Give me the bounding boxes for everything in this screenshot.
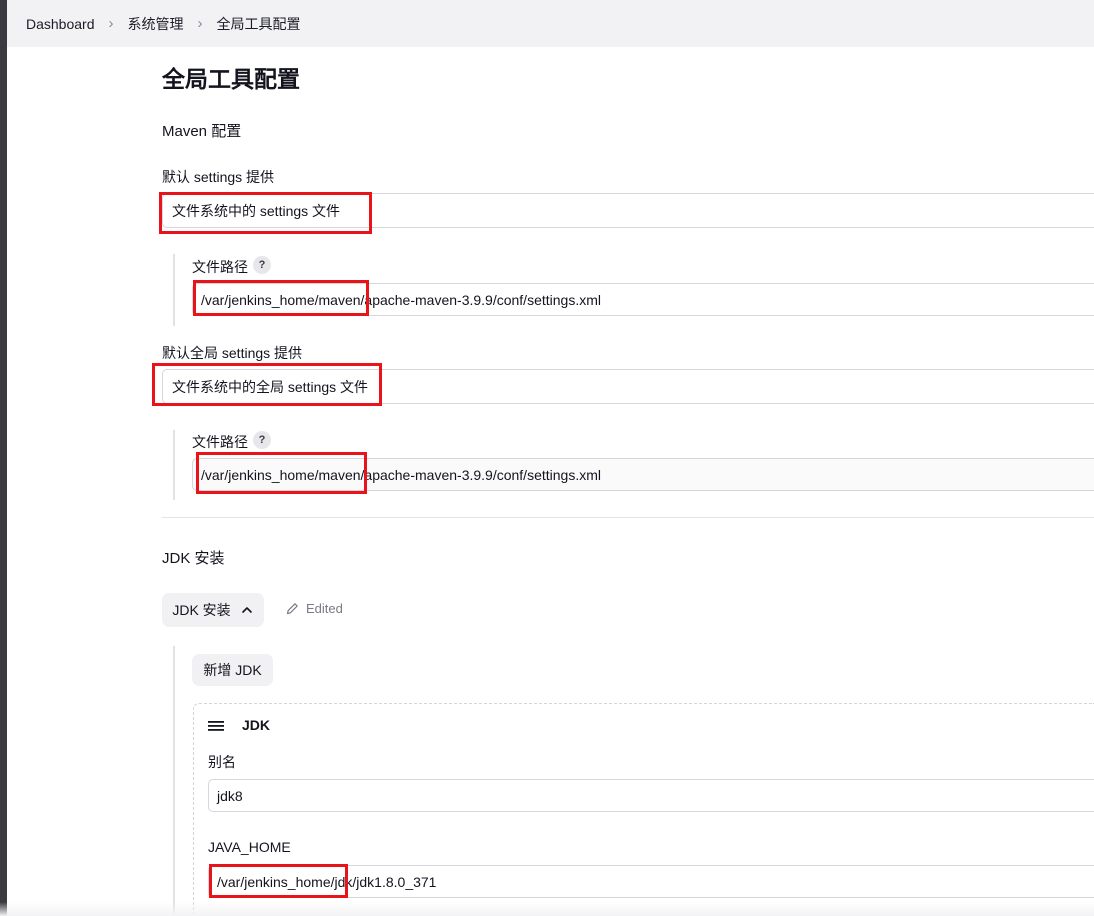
default-settings-value: 文件系统中的 settings 文件	[172, 202, 341, 219]
add-jdk-button[interactable]: 新增 JDK	[192, 654, 273, 686]
jdk-install-toggle-label: JDK 安装	[172, 602, 231, 618]
default-settings-label: 默认 settings 提供	[162, 169, 275, 185]
jdk-install-toggle[interactable]: JDK 安装	[162, 593, 264, 627]
global-settings-value: 文件系统中的全局 settings 文件	[172, 378, 369, 395]
default-settings-select[interactable]: 文件系统中的 settings 文件	[162, 193, 1094, 228]
breadcrumb-dashboard[interactable]: Dashboard	[26, 16, 95, 32]
global-settings-label: 默认全局 settings 提供	[162, 345, 303, 361]
window-edge	[0, 0, 7, 916]
jdk-alias-label: 别名	[208, 754, 236, 770]
bottom-edge	[0, 902, 1094, 916]
jdk-alias-value: jdk8	[217, 787, 243, 804]
edited-indicator: Edited	[285, 601, 343, 616]
breadcrumb-global-tool-config[interactable]: 全局工具配置	[217, 14, 301, 34]
jdk-alias-input[interactable]: jdk8	[208, 779, 1094, 812]
chevron-right-icon: ›	[108, 15, 114, 32]
chevron-right-icon: ›	[197, 15, 203, 32]
breadcrumb: Dashboard › 系统管理 › 全局工具配置	[7, 0, 1094, 47]
indent-bar	[173, 646, 175, 916]
jdk-card-title: JDK	[242, 717, 271, 733]
global-settings-select[interactable]: 文件系统中的全局 settings 文件	[162, 369, 1094, 404]
maven-section-title: Maven 配置	[162, 123, 242, 140]
add-jdk-button-label: 新增 JDK	[203, 662, 262, 678]
settings-path-input[interactable]: /var/jenkins_home/maven/apache-maven-3.9…	[192, 283, 1094, 316]
global-settings-path-value: /var/jenkins_home/maven/apache-maven-3.9…	[201, 466, 601, 483]
indent-bar	[173, 254, 175, 326]
chevron-up-icon	[241, 607, 252, 613]
page-title: 全局工具配置	[162, 66, 300, 92]
global-settings-path-input[interactable]: /var/jenkins_home/maven/apache-maven-3.9…	[192, 458, 1094, 491]
help-icon[interactable]: ?	[253, 256, 271, 274]
settings-path-label: 文件路径	[192, 259, 248, 275]
edited-label: Edited	[306, 601, 343, 616]
drag-handle-icon[interactable]	[208, 719, 225, 733]
jdk-section-title: JDK 安装	[162, 550, 225, 567]
settings-path-value: /var/jenkins_home/maven/apache-maven-3.9…	[201, 291, 601, 308]
breadcrumb-system-management[interactable]: 系统管理	[128, 14, 184, 34]
section-divider	[162, 517, 1094, 518]
java-home-input[interactable]: /var/jenkins_home/jdk/jdk1.8.0_371	[208, 865, 1094, 898]
java-home-label: JAVA_HOME	[208, 839, 291, 855]
indent-bar	[173, 430, 175, 500]
pencil-icon	[286, 603, 298, 615]
java-home-value: /var/jenkins_home/jdk/jdk1.8.0_371	[217, 873, 437, 890]
global-settings-path-label: 文件路径	[192, 434, 248, 450]
help-icon[interactable]: ?	[253, 431, 271, 449]
